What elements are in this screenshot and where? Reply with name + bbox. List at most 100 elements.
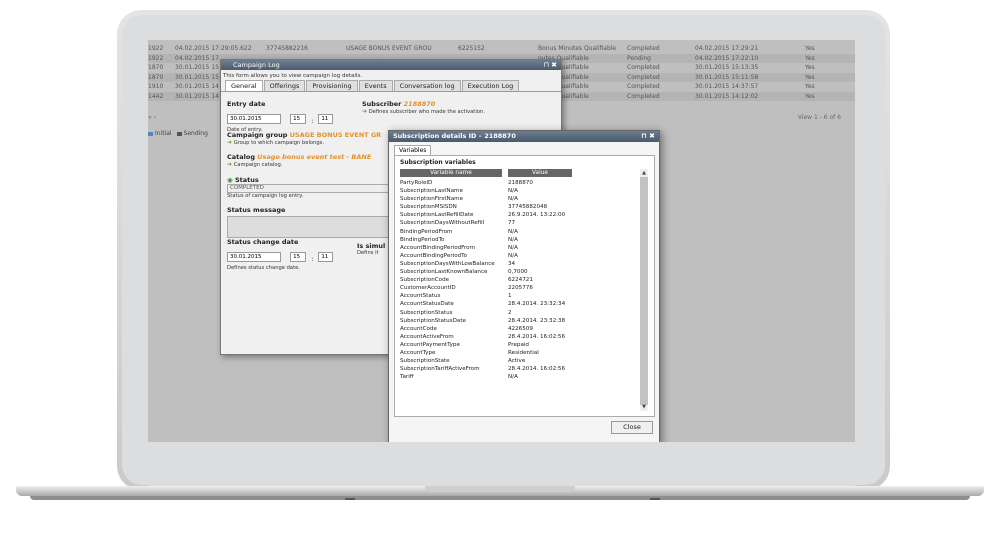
variable-value: 0,7000 — [508, 269, 528, 276]
tab-offerings[interactable]: Offerings — [263, 80, 306, 91]
section-title: Subscription variables — [400, 159, 476, 166]
tab-provisioning[interactable]: Provisioning — [306, 80, 358, 91]
catalog-link[interactable]: Usage bonus event test - BANE — [257, 153, 371, 161]
variable-value: N/A — [508, 244, 518, 251]
variable-row: PartyRoleID 2188870 — [400, 179, 640, 187]
variables-panel: Subscription variables Variable name Val… — [394, 155, 655, 417]
tab-variables[interactable]: Variables — [394, 145, 432, 155]
subscriber-link[interactable]: 2188870 — [404, 100, 436, 108]
entry-hour-input[interactable]: 15 — [290, 113, 307, 124]
table-cell-date: 30.01.2015 14 — [175, 92, 219, 100]
variable-name: SubscriptionDaysWithoutRefill — [400, 220, 485, 227]
campaign-log-tabs: General Offerings Provisioning Events Co… — [221, 80, 561, 92]
variable-row: SubscriptionCode 6224721 — [400, 276, 640, 284]
variable-row: SubscriptionStatus 2 — [400, 309, 640, 317]
column-header-value[interactable]: Value — [508, 169, 572, 177]
tab-conversation-log[interactable]: Conversation log — [393, 80, 461, 91]
table-cell-date2: 30.01.2015 14:12:02 — [695, 92, 759, 100]
window-title: Subscription details ID – 2188870 — [393, 132, 516, 140]
legend-initial-label: Initial — [155, 130, 172, 137]
subscriber-help: Defines subscriber who made the activati… — [368, 109, 485, 115]
table-cell-sub: 37745882216 — [266, 45, 308, 52]
table-pagination-nav[interactable]: « ‹ — [148, 114, 156, 121]
status-change-minute-input[interactable]: 11 — [318, 251, 334, 262]
variables-list: PartyRoleID 2188870 SubscriptionLastName N/… — [400, 179, 640, 381]
variable-value: 26.9.2014. 13:22:00 — [508, 212, 566, 219]
status-label: Status — [234, 176, 259, 184]
campaign-log-titlebar[interactable]: Campaign Log ⊓ ✖ — [221, 60, 561, 70]
table-cell-date: 04.02.2015 17:29:05.622 — [175, 45, 252, 52]
arrow-right-icon: ➜ — [227, 161, 233, 168]
column-header-name[interactable]: Variable name — [400, 169, 502, 177]
close-button[interactable]: Close — [611, 421, 653, 434]
table-cell-status: Pending — [627, 54, 651, 62]
status-change-date-label: Status change date — [227, 238, 299, 246]
arrow-right-icon: ➜ — [362, 108, 368, 115]
variable-name: SubscriptionStatusDate — [400, 317, 466, 324]
variable-row: AccountPaymentType Prepaid — [400, 341, 640, 349]
variable-name: Tariff — [400, 374, 414, 381]
window-controls[interactable]: ⊓ ✖ — [543, 60, 557, 70]
variable-value: N/A — [508, 252, 518, 259]
laptop-hinge-notch — [425, 486, 575, 492]
variable-value: N/A — [508, 374, 518, 381]
table-cell-id: 1870 — [148, 73, 164, 81]
campaign-group-help: Group to which campaign belongs. — [233, 140, 325, 146]
variable-row: AccountStatusDate 28.4.2014. 23:32:34 — [400, 300, 640, 308]
catalog-help: Campaign catalog. — [233, 162, 283, 168]
variable-value: Active — [508, 358, 526, 365]
subscription-details-window: Subscription details ID – 2188870 ⊓ ✖ Va… — [388, 130, 660, 442]
window-controls[interactable]: ⊓ ✖ — [641, 131, 655, 142]
entry-minute-input[interactable]: 11 — [318, 113, 334, 124]
is-simulation-help: Defins it — [357, 250, 379, 256]
variable-value: 28.4.2014. 16:02:56 — [508, 333, 566, 340]
tab-general[interactable]: General — [225, 80, 263, 91]
variable-row: SubscriptionDaysWithLowBalance 34 — [400, 260, 640, 268]
table-cell-status: Completed — [627, 45, 660, 52]
catalog-label: Catalog — [227, 153, 255, 161]
status-change-help: Defines status change date. — [227, 265, 300, 271]
variable-row: SubscriptionLastKnownBalance 0,7000 — [400, 268, 640, 276]
variable-row: AccountActiveFrom 28.4.2014. 16:02:56 — [400, 333, 640, 341]
table-cell-date: 30.01.2015 14 — [175, 83, 219, 90]
table-cell-status: Completed — [627, 83, 660, 90]
variable-row: Tariff N/A — [400, 373, 640, 381]
subscription-titlebar[interactable]: Subscription details ID – 2188870 ⊓ ✖ — [389, 131, 659, 142]
variable-value: 28.4.2014. 16:02:56 — [508, 366, 566, 373]
legend-initial-swatch — [148, 131, 153, 136]
scroll-up-icon[interactable]: ▲ — [642, 170, 646, 176]
variable-name: AccountBindingPeriodFrom — [400, 244, 476, 251]
variable-value: Residential — [508, 349, 539, 356]
entry-date-label: Entry date — [227, 100, 266, 108]
scrollbar-thumb[interactable] — [640, 177, 648, 405]
variable-row: SubscriptionLastName N/A — [400, 187, 640, 195]
campaign-group-link[interactable]: USAGE BONUS EVENT GR — [290, 131, 382, 139]
entry-date-input[interactable]: 30.01.2015 — [227, 113, 281, 124]
status-change-date-input[interactable]: 30.01.2015 — [227, 251, 281, 262]
table-cell-date: 30.01.2015 15 — [175, 73, 219, 81]
variable-value: N/A — [508, 188, 518, 195]
tab-execution-log[interactable]: Execution Log — [461, 80, 520, 91]
variable-row: AccountBindingPeriodFrom N/A — [400, 244, 640, 252]
variable-row: SubscriptionState Active — [400, 357, 640, 365]
variable-value: 77 — [508, 220, 516, 227]
variable-value: 2188870 — [508, 180, 533, 186]
variable-name: AccountStatus — [400, 293, 441, 300]
scroll-down-icon[interactable]: ▼ — [642, 404, 646, 410]
variable-row: SubscriptionMSISDN 37745882048 — [400, 203, 640, 211]
variable-row: SubscriptionLastRefillDate 26.9.2014. 13:… — [400, 211, 640, 219]
table-cell-id: 1922 — [148, 45, 164, 52]
table-row[interactable]: 1922 04.02.2015 17:29:05.622 37745882216 US… — [148, 44, 855, 54]
table-cell-campaign: USAGE BONUS EVENT GROU — [346, 45, 432, 52]
table-cell-date2: 30.01.2015 15:13:35 — [695, 64, 759, 71]
variable-name: SubscriptionStatus — [400, 309, 453, 316]
status-change-hour-input[interactable]: 15 — [290, 251, 307, 262]
tab-events[interactable]: Events — [358, 80, 393, 91]
variable-name: SubscriptionFirstName — [400, 196, 464, 203]
table-cell-flag: Yes — [805, 45, 815, 52]
variable-value: 6224721 — [508, 277, 533, 284]
table-cell-date2: 04.02.2015 17:22:10 — [695, 54, 759, 62]
variable-name: SubscriptionLastName — [400, 188, 463, 195]
variable-name: SubscriptionTariffActiveFrom — [400, 366, 480, 373]
arrow-right-icon: ➜ — [227, 139, 233, 146]
